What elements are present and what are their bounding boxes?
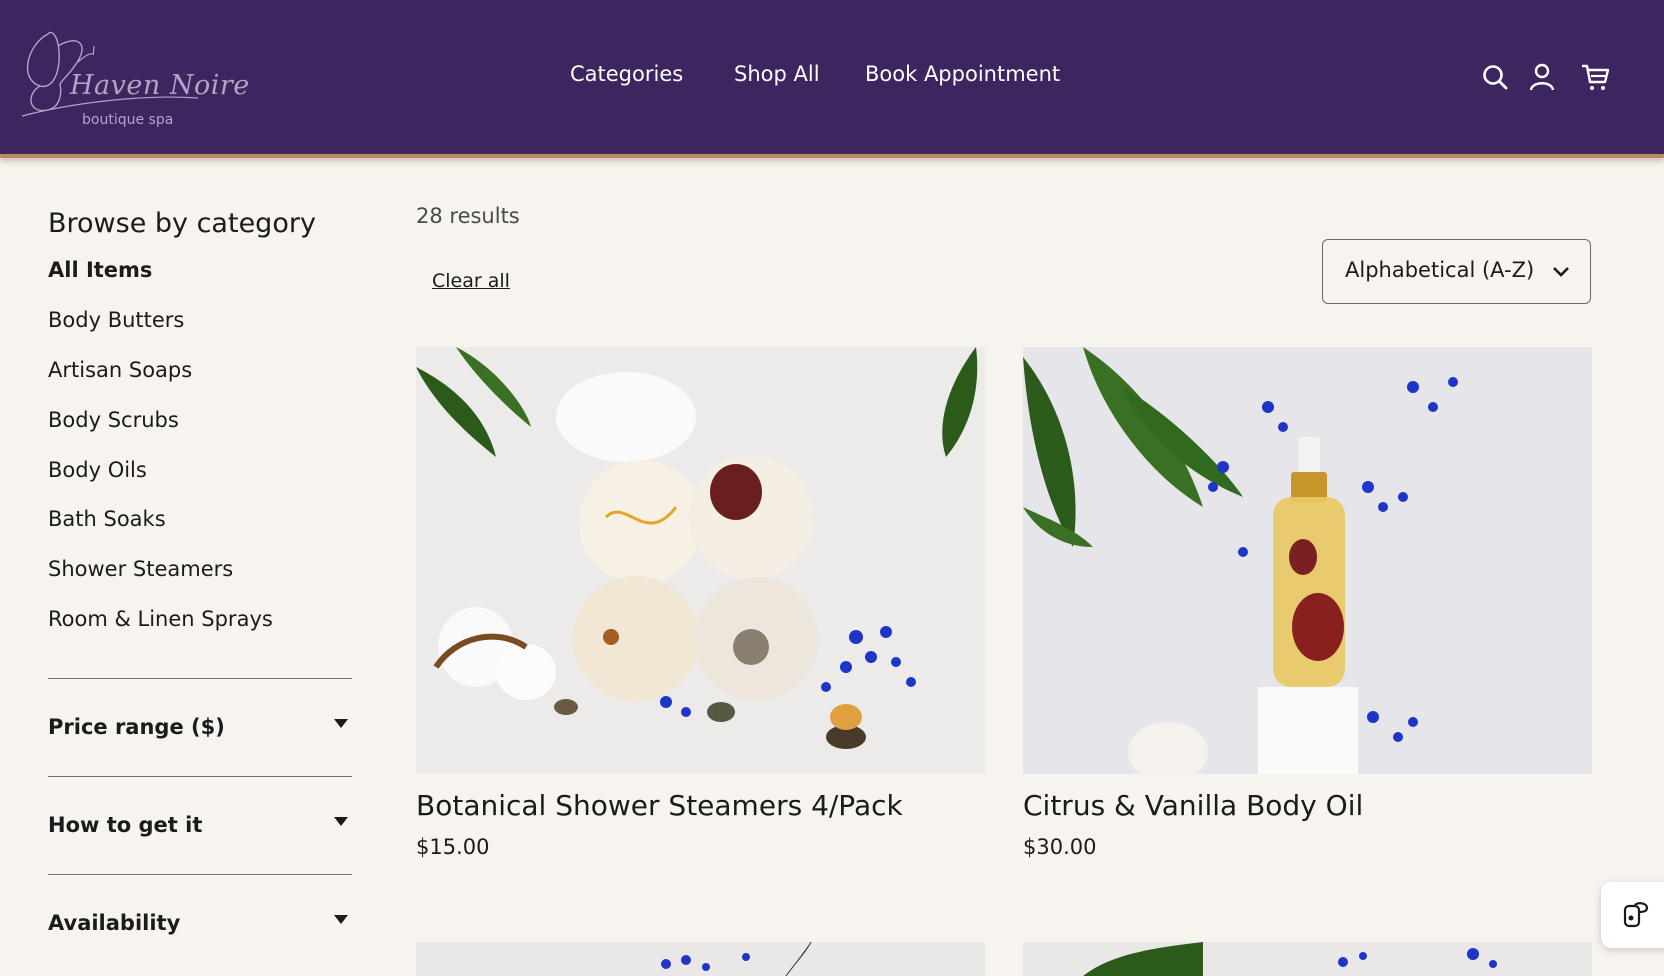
sidebar-item-bath-soaks[interactable]: Bath Soaks	[48, 507, 166, 531]
site-header: Haven Noire boutique spa Categories Shop…	[0, 0, 1664, 158]
sidebar-title: Browse by category	[48, 208, 316, 239]
product-card[interactable]: Citrus & Vanilla Body Oil $30.00	[1023, 347, 1592, 859]
filter-label: How to get it	[48, 813, 203, 837]
filter-label: Price range ($)	[48, 715, 225, 739]
caret-down-icon	[334, 817, 348, 826]
filter-price-range[interactable]: Price range ($)	[48, 678, 352, 776]
product-image[interactable]	[416, 942, 985, 976]
nav-categories[interactable]: Categories	[570, 62, 683, 86]
sidebar-item-body-butters[interactable]: Body Butters	[48, 308, 184, 332]
chat-widget-button[interactable]	[1601, 882, 1664, 948]
product-price: $30.00	[1023, 835, 1097, 859]
sidebar-item-shower-steamers[interactable]: Shower Steamers	[48, 557, 233, 581]
sidebar-item-artisan-soaps[interactable]: Artisan Soaps	[48, 358, 192, 382]
product-image[interactable]	[416, 347, 985, 774]
chevron-down-icon	[1553, 267, 1569, 277]
product-name[interactable]: Botanical Shower Steamers 4/Pack	[416, 789, 903, 822]
sort-select[interactable]: Alphabetical (A-Z)	[1322, 239, 1591, 304]
filter-how-to-get-it[interactable]: How to get it	[48, 776, 352, 874]
nav-book-appointment[interactable]: Book Appointment	[865, 62, 1060, 86]
brand-tagline: boutique spa	[82, 112, 174, 128]
sidebar-item-body-scrubs[interactable]: Body Scrubs	[48, 408, 179, 432]
product-image[interactable]	[1023, 347, 1592, 774]
filter-label: Availability	[48, 911, 181, 935]
sidebar-item-all-items[interactable]: All Items	[48, 258, 152, 282]
caret-down-icon	[334, 719, 348, 728]
cart-icon[interactable]	[1580, 62, 1610, 92]
sidebar-item-body-oils[interactable]: Body Oils	[48, 458, 147, 482]
search-icon[interactable]	[1480, 62, 1510, 92]
sidebar-item-room-linen-sprays[interactable]: Room & Linen Sprays	[48, 607, 273, 631]
clear-all-link[interactable]: Clear all	[432, 270, 510, 292]
account-icon[interactable]	[1527, 62, 1557, 92]
brand-name: Haven Noire	[70, 70, 250, 101]
caret-down-icon	[334, 915, 348, 924]
brand-logo[interactable]: Haven Noire boutique spa	[18, 24, 249, 134]
nav-shop-all[interactable]: Shop All	[734, 62, 820, 86]
results-count: 28 results	[416, 204, 520, 228]
product-price: $15.00	[416, 835, 490, 859]
sort-selected-value: Alphabetical (A-Z)	[1345, 258, 1535, 282]
product-image[interactable]	[1023, 942, 1592, 976]
filter-availability[interactable]: Availability	[48, 874, 352, 972]
product-card[interactable]: Botanical Shower Steamers 4/Pack $15.00	[416, 347, 985, 859]
chat-icon	[1623, 902, 1649, 928]
product-name[interactable]: Citrus & Vanilla Body Oil	[1023, 789, 1363, 822]
